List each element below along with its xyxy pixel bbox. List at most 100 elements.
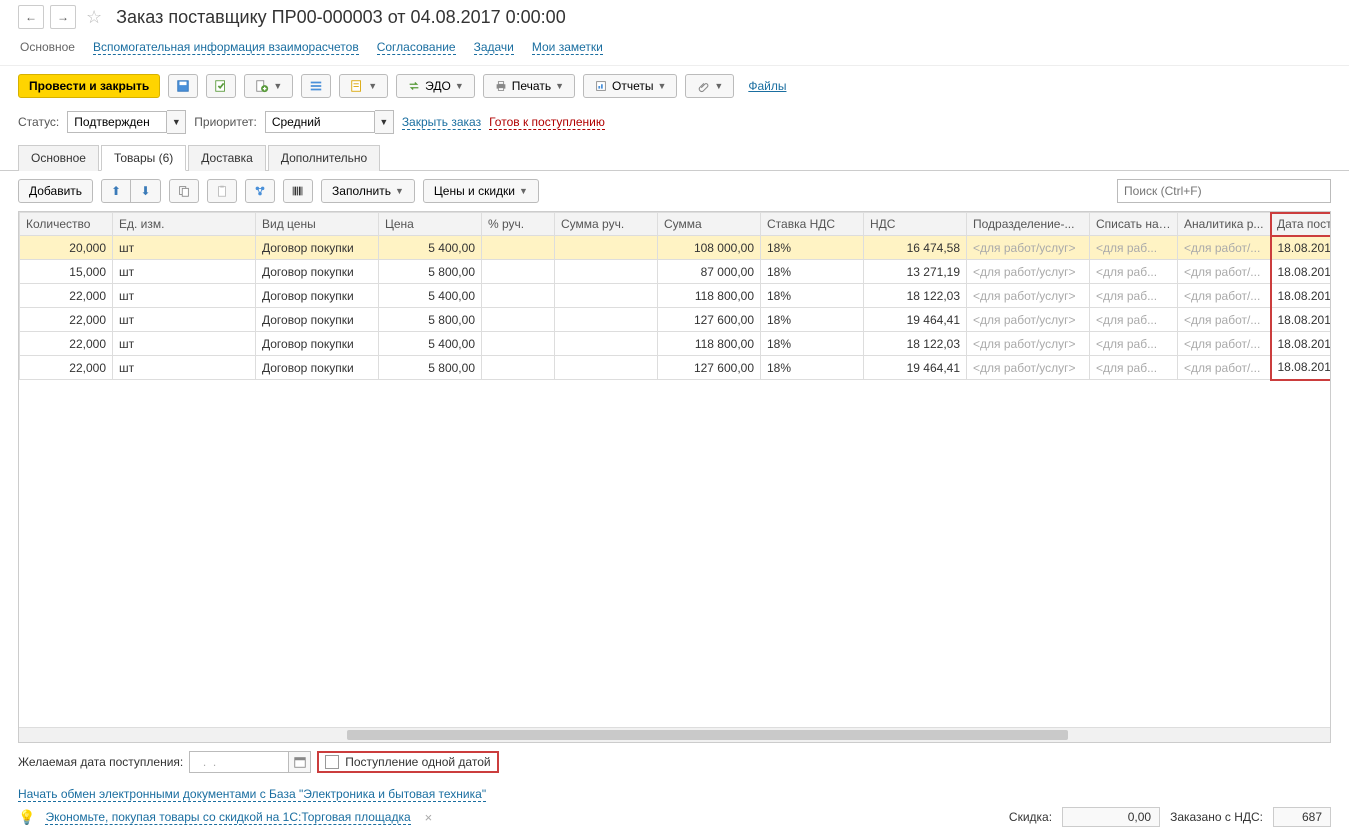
cell-unit[interactable]: шт xyxy=(113,236,256,260)
cell-vat[interactable]: 18 122,03 xyxy=(864,332,967,356)
cell-price-type[interactable]: Договор покупки xyxy=(256,356,379,380)
move-down-button[interactable]: ⬇ xyxy=(131,179,161,203)
cell-qty[interactable]: 22,000 xyxy=(20,332,113,356)
cell-sum[interactable]: 108 000,00 xyxy=(658,236,761,260)
tab-delivery[interactable]: Доставка xyxy=(188,145,266,171)
cell-dep[interactable]: <для работ/услуг> xyxy=(967,236,1090,260)
cell-vat-rate[interactable]: 18% xyxy=(761,284,864,308)
reports-button[interactable]: Отчеты ▼ xyxy=(583,74,677,98)
link-button[interactable] xyxy=(245,179,275,203)
col-dep[interactable]: Подразделение-... xyxy=(967,213,1090,236)
single-date-checkbox[interactable] xyxy=(325,755,339,769)
paste-button[interactable] xyxy=(207,179,237,203)
post-and-close-button[interactable]: Провести и закрыть xyxy=(18,74,160,98)
tab-extra[interactable]: Дополнительно xyxy=(268,145,380,171)
cell-vat-rate[interactable]: 18% xyxy=(761,236,864,260)
cell-vat[interactable]: 16 474,58 xyxy=(864,236,967,260)
date-picker-button[interactable] xyxy=(289,751,311,773)
h-scrollbar-thumb[interactable] xyxy=(347,730,1068,740)
col-sum-manual[interactable]: Сумма руч. xyxy=(555,213,658,236)
col-analytics[interactable]: Аналитика р... xyxy=(1178,213,1271,236)
cell-price-type[interactable]: Договор покупки xyxy=(256,284,379,308)
cell-price-type[interactable]: Договор покупки xyxy=(256,332,379,356)
cell-sum[interactable]: 127 600,00 xyxy=(658,356,761,380)
nav-aux[interactable]: Вспомогательная информация взаиморасчето… xyxy=(93,40,359,55)
tab-main[interactable]: Основное xyxy=(18,145,99,171)
cell-unit[interactable]: шт xyxy=(113,356,256,380)
attach-button[interactable]: ▼ xyxy=(685,74,734,98)
template-button[interactable]: ▼ xyxy=(339,74,388,98)
save-button[interactable] xyxy=(168,74,198,98)
ready-link[interactable]: Готов к поступлению xyxy=(489,115,605,130)
cell-sum-manual[interactable] xyxy=(555,332,658,356)
edo-start-link[interactable]: Начать обмен электронными документами с … xyxy=(18,787,486,802)
h-scrollbar[interactable] xyxy=(19,727,1330,742)
createbased-button[interactable]: ▼ xyxy=(244,74,293,98)
table-row[interactable]: 22,000штДоговор покупки5 400,00118 800,0… xyxy=(20,332,1331,356)
cell-writeoff[interactable]: <для раб... xyxy=(1090,356,1178,380)
cell-analytics[interactable]: <для работ/... xyxy=(1178,284,1271,308)
cell-unit[interactable]: шт xyxy=(113,284,256,308)
table-row[interactable]: 22,000штДоговор покупки5 800,00127 600,0… xyxy=(20,308,1331,332)
cell-pct[interactable] xyxy=(482,308,555,332)
cell-analytics[interactable]: <для работ/... xyxy=(1178,308,1271,332)
cell-date[interactable]: 18.08.2017 xyxy=(1271,308,1331,332)
cell-date[interactable]: 18.08.2017 xyxy=(1271,356,1331,380)
promo-link[interactable]: Экономьте, покупая товары со скидкой на … xyxy=(45,810,410,825)
cell-writeoff[interactable]: <для раб... xyxy=(1090,332,1178,356)
cell-price[interactable]: 5 800,00 xyxy=(379,356,482,380)
cell-writeoff[interactable]: <для раб... xyxy=(1090,236,1178,260)
cell-price[interactable]: 5 400,00 xyxy=(379,284,482,308)
cell-sum-manual[interactable] xyxy=(555,308,658,332)
cell-qty[interactable]: 22,000 xyxy=(20,356,113,380)
col-vat-rate[interactable]: Ставка НДС xyxy=(761,213,864,236)
cell-writeoff[interactable]: <для раб... xyxy=(1090,308,1178,332)
col-unit[interactable]: Ед. изм. xyxy=(113,213,256,236)
col-sum[interactable]: Сумма xyxy=(658,213,761,236)
priority-combo-dropdown[interactable]: ▼ xyxy=(375,110,394,134)
cell-vat[interactable]: 19 464,41 xyxy=(864,308,967,332)
cell-sum-manual[interactable] xyxy=(555,260,658,284)
nav-main[interactable]: Основное xyxy=(20,40,75,55)
priority-combo[interactable] xyxy=(265,111,375,133)
cell-date[interactable]: 18.08.2017 xyxy=(1271,260,1331,284)
favorite-star-icon[interactable]: ☆ xyxy=(86,7,102,28)
close-order-link[interactable]: Закрыть заказ xyxy=(402,115,481,130)
cell-vat-rate[interactable]: 18% xyxy=(761,260,864,284)
search-input[interactable] xyxy=(1117,179,1331,203)
forward-button[interactable]: → xyxy=(50,5,76,29)
print-button[interactable]: Печать ▼ xyxy=(483,74,575,98)
cell-sum[interactable]: 87 000,00 xyxy=(658,260,761,284)
col-price-type[interactable]: Вид цены xyxy=(256,213,379,236)
move-up-button[interactable]: ⬆ xyxy=(101,179,131,203)
cell-unit[interactable]: шт xyxy=(113,260,256,284)
files-link[interactable]: Файлы xyxy=(748,79,786,93)
add-row-button[interactable]: Добавить xyxy=(18,179,93,203)
cell-writeoff[interactable]: <для раб... xyxy=(1090,284,1178,308)
cell-dep[interactable]: <для работ/услуг> xyxy=(967,284,1090,308)
edo-button[interactable]: ЭДО ▼ xyxy=(396,74,475,98)
cell-analytics[interactable]: <для работ/... xyxy=(1178,236,1271,260)
cell-pct[interactable] xyxy=(482,284,555,308)
cell-dep[interactable]: <для работ/услуг> xyxy=(967,332,1090,356)
barcode-button[interactable] xyxy=(283,179,313,203)
cell-price-type[interactable]: Договор покупки xyxy=(256,236,379,260)
cell-pct[interactable] xyxy=(482,332,555,356)
col-vat[interactable]: НДС xyxy=(864,213,967,236)
tab-goods[interactable]: Товары (6) xyxy=(101,145,186,171)
cell-date[interactable]: 18.08.2017 xyxy=(1271,236,1331,260)
post-button[interactable] xyxy=(206,74,236,98)
nav-approval[interactable]: Согласование xyxy=(377,40,456,55)
status-combo[interactable] xyxy=(67,111,167,133)
cell-date[interactable]: 18.08.2017 xyxy=(1271,284,1331,308)
col-price[interactable]: Цена xyxy=(379,213,482,236)
cell-price[interactable]: 5 400,00 xyxy=(379,332,482,356)
col-date[interactable]: Дата поступления xyxy=(1271,213,1331,236)
col-writeoff[interactable]: Списать на р... xyxy=(1090,213,1178,236)
nav-notes[interactable]: Мои заметки xyxy=(532,40,603,55)
prices-button[interactable]: Цены и скидки ▼ xyxy=(423,179,539,203)
cell-vat-rate[interactable]: 18% xyxy=(761,356,864,380)
table-row[interactable]: 22,000штДоговор покупки5 400,00118 800,0… xyxy=(20,284,1331,308)
table-row[interactable]: 22,000штДоговор покупки5 800,00 127 600,0… xyxy=(20,356,1331,380)
cell-dep[interactable]: <для работ/услуг> xyxy=(967,308,1090,332)
